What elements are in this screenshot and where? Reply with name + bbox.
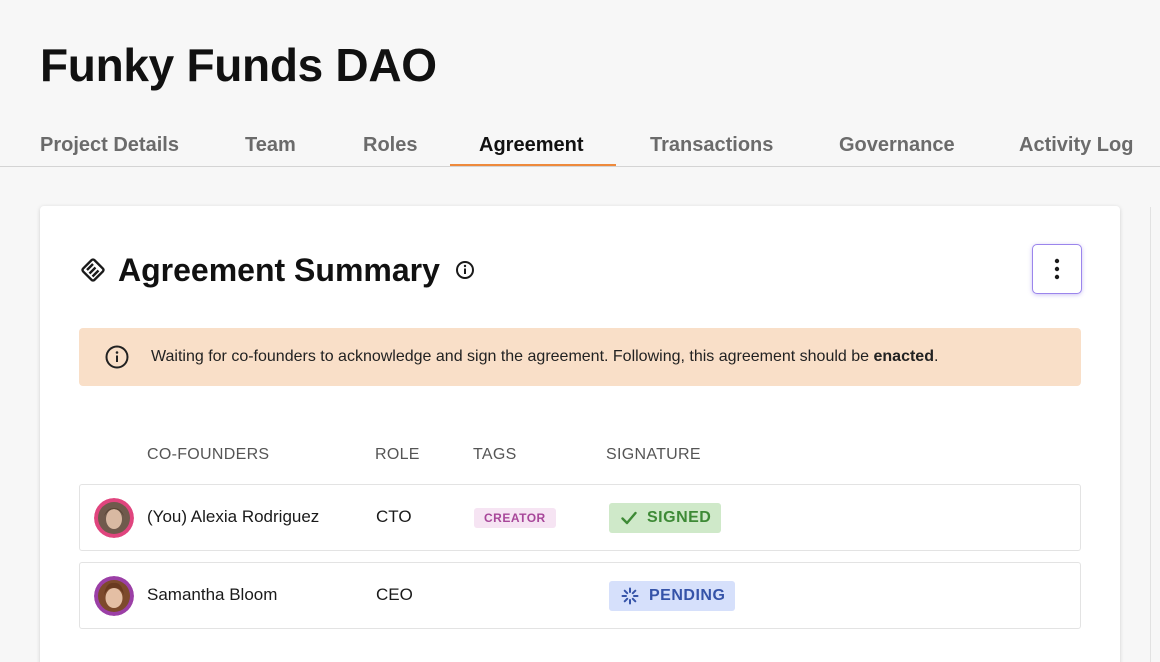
handshake-icon bbox=[80, 257, 106, 283]
tab-governance[interactable]: Governance bbox=[839, 134, 955, 157]
signature-status-badge: SIGNED bbox=[609, 503, 722, 533]
card-header: Agreement Summary bbox=[80, 252, 475, 288]
more-options-button[interactable] bbox=[1032, 244, 1082, 294]
card-title: Agreement Summary bbox=[118, 251, 440, 288]
column-header-cofounders: CO-FOUNDERS bbox=[147, 446, 270, 463]
more-vertical-icon bbox=[1054, 258, 1060, 280]
info-icon bbox=[105, 345, 129, 369]
alert-emphasis: enacted bbox=[873, 348, 934, 365]
spinner-icon bbox=[621, 587, 639, 605]
column-header-signature: SIGNATURE bbox=[606, 446, 701, 463]
column-header-tags: TAGS bbox=[473, 446, 517, 463]
column-header-role: ROLE bbox=[375, 446, 420, 463]
tab-bar: Project Details Team Roles Agreement Tra… bbox=[0, 126, 1160, 167]
cofounder-role: CTO bbox=[376, 507, 412, 526]
cofounder-role: CEO bbox=[376, 585, 413, 604]
page-title: Funky Funds DAO bbox=[40, 39, 437, 91]
signature-status-badge: PENDING bbox=[609, 581, 736, 611]
agreement-summary-card: Agreement Summary Waiting for co-founder… bbox=[40, 206, 1120, 662]
check-icon bbox=[621, 511, 637, 525]
tab-team[interactable]: Team bbox=[245, 134, 296, 157]
agreement-status-alert: Waiting for co-founders to acknowledge a… bbox=[79, 328, 1081, 386]
tab-roles[interactable]: Roles bbox=[363, 134, 417, 157]
table-row: Samantha Bloom CEO PENDING bbox=[79, 562, 1081, 629]
alert-message: Waiting for co-founders to acknowledge a… bbox=[151, 348, 939, 365]
avatar bbox=[94, 498, 134, 538]
tab-activity-log[interactable]: Activity Log bbox=[1019, 134, 1133, 157]
side-panel-edge bbox=[1150, 207, 1160, 662]
cofounder-name: Samantha Bloom bbox=[147, 585, 278, 604]
tab-agreement[interactable]: Agreement bbox=[479, 134, 583, 157]
avatar bbox=[94, 576, 134, 616]
cofounder-name: (You) Alexia Rodriguez bbox=[147, 507, 320, 526]
table-row: (You) Alexia Rodriguez CTO CREATOR SIGNE… bbox=[79, 484, 1081, 551]
creator-tag: CREATOR bbox=[474, 508, 556, 528]
info-icon[interactable] bbox=[455, 260, 475, 280]
tab-project-details[interactable]: Project Details bbox=[40, 134, 179, 157]
tab-transactions[interactable]: Transactions bbox=[650, 134, 773, 157]
active-tab-indicator bbox=[450, 164, 616, 166]
